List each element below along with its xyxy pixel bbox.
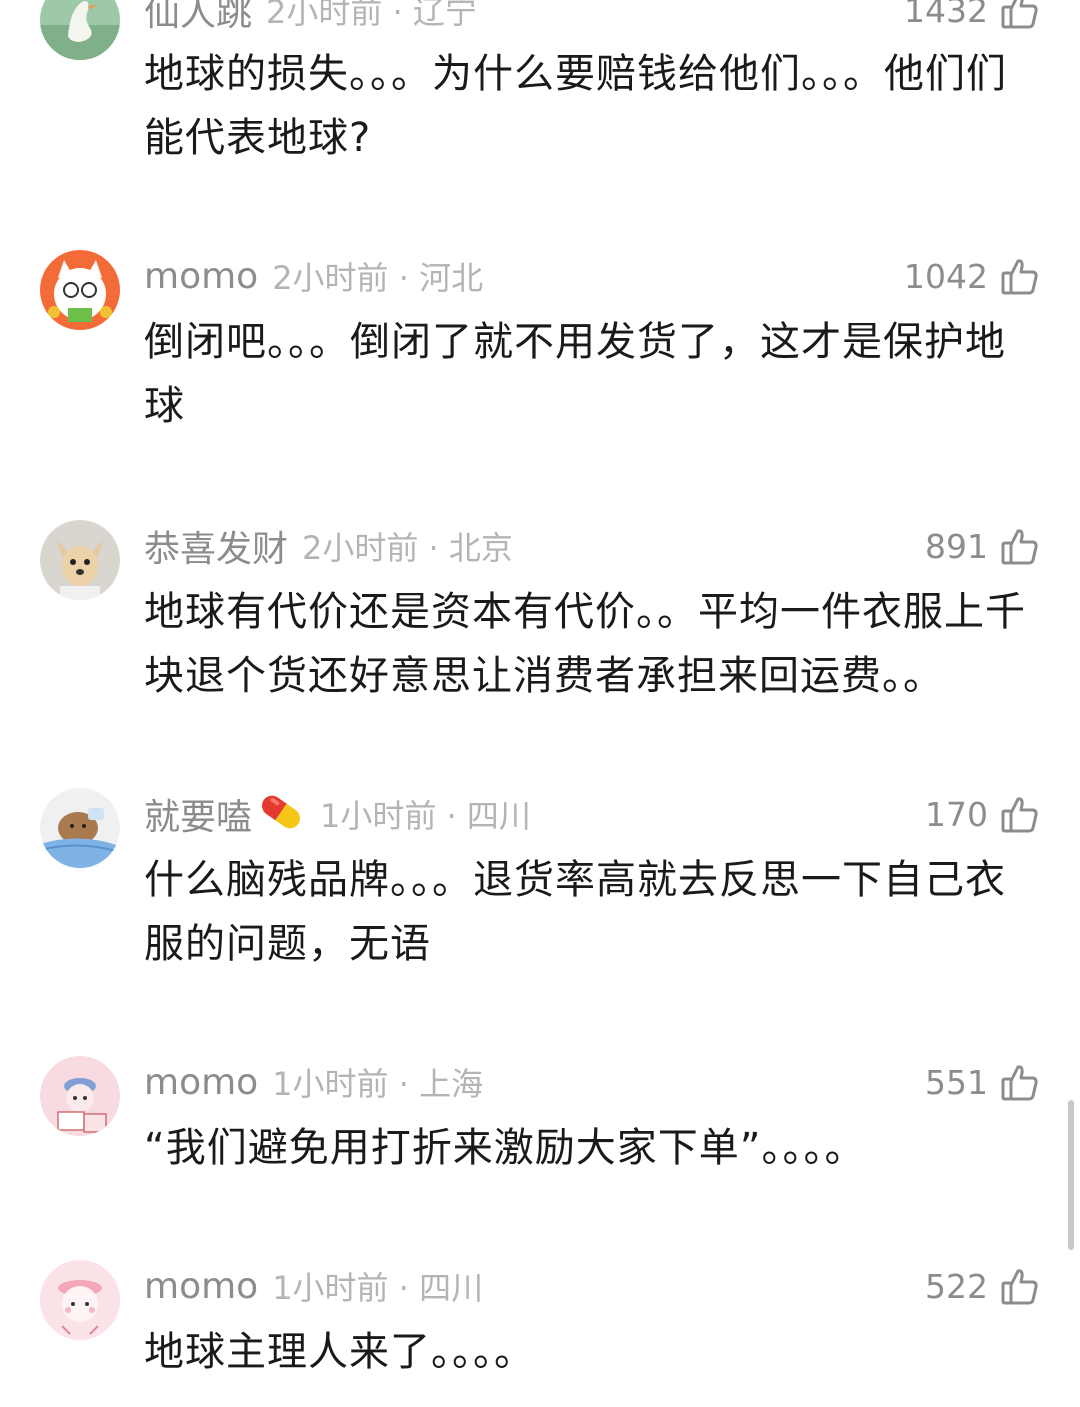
username[interactable]: momo (144, 1062, 258, 1103)
username[interactable]: momo (144, 1266, 258, 1307)
like-count: 1042 (904, 256, 988, 296)
time-location: 2小时前 · 河北 (272, 259, 484, 297)
like-group[interactable]: 1042 (904, 254, 1040, 298)
comment-text: 倒闭吧。。。倒闭了就不用发货了，这才是保护地球 (144, 319, 1006, 429)
comment-meta: 恭喜发财 2小时前 · 北京 (144, 524, 513, 570)
username[interactable]: 就要嗑 (144, 788, 252, 840)
like-group[interactable]: 170 (925, 792, 1040, 836)
thumbs-up-icon[interactable] (1000, 1266, 1040, 1306)
comment-text: 什么脑残品牌。。。退货率高就去反思一下自己衣服的问题，无语 (144, 857, 1006, 967)
like-group[interactable]: 1432 (904, 0, 1040, 32)
comment-text: 地球有代价还是资本有代价。。平均一件衣服上千块退个货还好意思让消费者承担来回运费… (144, 589, 1026, 699)
like-group[interactable]: 522 (925, 1264, 1040, 1308)
avatar[interactable] (40, 250, 120, 330)
scrollbar[interactable] (1068, 1100, 1074, 1250)
like-count: 1432 (904, 0, 988, 30)
comment-text: “我们避免用打折来激励大家下单”。。。。 (144, 1125, 866, 1171)
time-location: 1小时前 · 四川 (272, 1269, 484, 1307)
avatar[interactable] (40, 1260, 120, 1340)
like-group[interactable]: 891 (925, 524, 1040, 568)
avatar[interactable] (40, 1056, 120, 1136)
comment-meta: momo 1小时前 · 四川 (144, 1264, 483, 1308)
thumbs-up-icon[interactable] (1000, 256, 1040, 296)
like-group[interactable]: 551 (925, 1060, 1040, 1104)
thumbs-up-icon[interactable] (1000, 794, 1040, 834)
username[interactable]: 仙人跳 (144, 0, 252, 36)
like-count: 170 (925, 794, 988, 834)
comment-text: 地球的损失。。。为什么要赔钱给他们。。。他们们能代表地球? (144, 51, 1007, 161)
time-location: 1小时前 · 四川 (320, 797, 531, 835)
comment-text: 地球主理人来了。。。。 (144, 1329, 535, 1375)
like-count: 891 (925, 526, 988, 566)
comment-meta: momo 1小时前 · 上海 (144, 1060, 483, 1104)
time-location: 2小时前 · 北京 (302, 529, 513, 567)
pill-icon (256, 790, 306, 838)
thumbs-up-icon[interactable] (1000, 0, 1040, 30)
username[interactable]: momo (144, 256, 258, 297)
time-location: 1小时前 · 上海 (272, 1065, 484, 1103)
comment-meta: 就要嗑 1小时前 · 四川 (144, 790, 531, 838)
thumbs-up-icon[interactable] (1000, 1062, 1040, 1102)
time-location: 2小时前 · 辽宁 (266, 0, 477, 31)
avatar[interactable] (40, 520, 120, 600)
thumbs-up-icon[interactable] (1000, 526, 1040, 566)
username[interactable]: 恭喜发财 (144, 520, 288, 572)
comment-meta: 仙人跳 2小时前 · 辽宁 (144, 0, 477, 34)
avatar[interactable] (40, 0, 120, 60)
avatar[interactable] (40, 788, 120, 868)
comment-meta: momo 2小时前 · 河北 (144, 254, 483, 298)
like-count: 522 (925, 1266, 988, 1306)
like-count: 551 (925, 1062, 988, 1102)
